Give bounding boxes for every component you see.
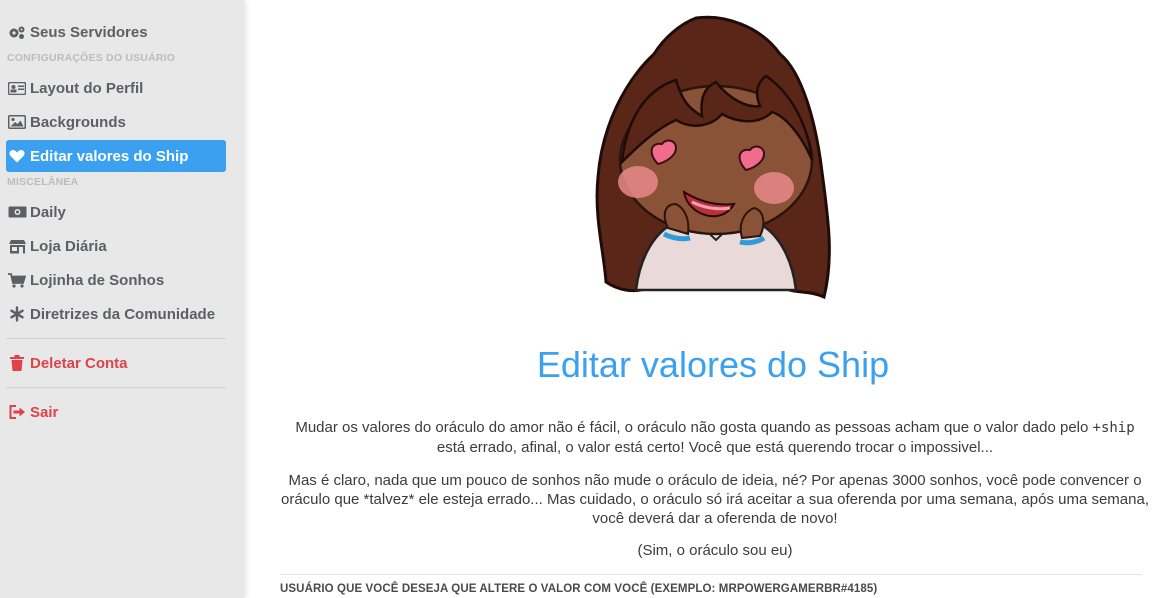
sidebar-divider xyxy=(6,387,226,388)
form-divider xyxy=(280,574,1142,575)
gears-icon xyxy=(7,24,27,40)
sidebar-item-label: Deletar Conta xyxy=(30,354,128,372)
sidebar-item-daily[interactable]: Daily xyxy=(6,196,226,228)
section-header-misc: MISCELÂNEA xyxy=(7,176,79,188)
description-paragraph-2: Mas é claro, nada que um pouco de sonhos… xyxy=(280,472,1149,527)
sidebar: Seus Servidores CONFIGURAÇÕES DO USUÁRIO… xyxy=(0,0,244,598)
sidebar-item-label: Lojinha de Sonhos xyxy=(30,271,165,289)
mascot-illustration xyxy=(595,15,831,300)
money-icon xyxy=(7,204,27,220)
sidebar-item-profile-layout[interactable]: Layout do Perfil xyxy=(6,72,226,104)
section-header-user-settings: CONFIGURAÇÕES DO USUÁRIO xyxy=(7,52,176,64)
main-content: Editar valores do Ship Mudar os valores … xyxy=(244,0,1156,598)
sidebar-item-edit-ship[interactable]: Editar valores do Ship xyxy=(6,140,226,172)
id-card-icon xyxy=(7,80,27,96)
sidebar-item-label: Daily xyxy=(30,203,66,221)
sidebar-item-label: Sair xyxy=(30,403,59,421)
cart-icon xyxy=(7,272,27,288)
description-paragraph-1: Mudar os valores do oráculo do amor não … xyxy=(280,418,1150,457)
sidebar-item-delete-account[interactable]: Deletar Conta xyxy=(6,347,226,379)
sidebar-item-label: Backgrounds xyxy=(30,113,126,131)
description-paragraph-3: (Sim, o oráculo sou eu) xyxy=(637,542,793,559)
sidebar-item-label: Seus Servidores xyxy=(30,23,148,41)
paragraph-text: Mudar os valores do oráculo do amor não … xyxy=(295,419,1093,436)
sidebar-divider xyxy=(6,338,226,339)
sidebar-item-logout[interactable]: Sair xyxy=(6,396,226,428)
store-icon xyxy=(7,238,27,254)
sidebar-item-label: Diretrizes da Comunidade xyxy=(30,305,216,323)
sidebar-item-community-guidelines[interactable]: Diretrizes da Comunidade xyxy=(6,298,226,330)
heart-icon xyxy=(7,148,27,164)
sign-out-icon xyxy=(7,404,27,420)
sidebar-item-label: Loja Diária xyxy=(30,237,107,255)
trash-icon xyxy=(7,355,27,371)
image-icon xyxy=(7,114,27,130)
page-title: Editar valores do Ship xyxy=(536,344,890,385)
sidebar-item-servers[interactable]: Seus Servidores xyxy=(6,16,226,48)
sidebar-item-label: Layout do Perfil xyxy=(30,79,144,97)
asterisk-icon xyxy=(7,306,27,322)
sidebar-item-dream-shop[interactable]: Lojinha de Sonhos xyxy=(6,264,226,296)
sidebar-item-label: Editar valores do Ship xyxy=(30,147,189,165)
ship-command-code: +ship xyxy=(1092,420,1135,436)
sidebar-item-backgrounds[interactable]: Backgrounds xyxy=(6,106,226,138)
paragraph-text: está errado, afinal, o valor está certo!… xyxy=(436,439,994,456)
sidebar-item-daily-shop[interactable]: Loja Diária xyxy=(6,230,226,262)
user-field-label: USUÁRIO QUE VOCÊ DESEJA QUE ALTERE O VAL… xyxy=(280,583,878,595)
